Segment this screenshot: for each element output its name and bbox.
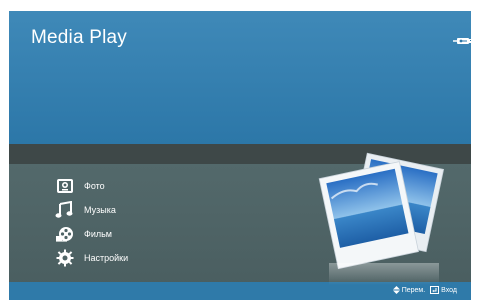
usb-icon — [453, 38, 471, 44]
header-panel: Media Play — [9, 11, 471, 144]
enter-hint: Вход — [430, 286, 457, 294]
enter-label: Вход — [441, 286, 457, 294]
settings-icon — [56, 249, 74, 267]
film-icon — [56, 227, 73, 242]
updown-arrow-icon — [392, 286, 400, 294]
menu-label-film: Фильм — [84, 229, 112, 239]
move-label: Перем. — [401, 286, 426, 294]
menu-item-music[interactable]: Музыка — [55, 200, 165, 220]
media-player-screen: Media Play Фото Музыка Фильм Настройки П… — [9, 11, 471, 300]
photo-icon — [57, 179, 73, 193]
enter-key-icon — [430, 286, 440, 294]
menu-label-music: Музыка — [84, 205, 116, 215]
menu-item-film[interactable]: Фильм — [55, 224, 165, 244]
move-hint: Перем. — [392, 286, 426, 294]
menu-label-settings: Настройки — [84, 253, 129, 263]
footer-hints: Перем. Вход — [392, 286, 457, 294]
menu-label-photo: Фото — [84, 181, 105, 191]
photos-illustration — [318, 152, 445, 285]
app-title: Media Play — [31, 27, 127, 48]
menu-item-settings[interactable]: Настройки — [55, 248, 165, 268]
music-icon — [55, 201, 73, 218]
menu-item-photo[interactable]: Фото — [55, 176, 165, 196]
